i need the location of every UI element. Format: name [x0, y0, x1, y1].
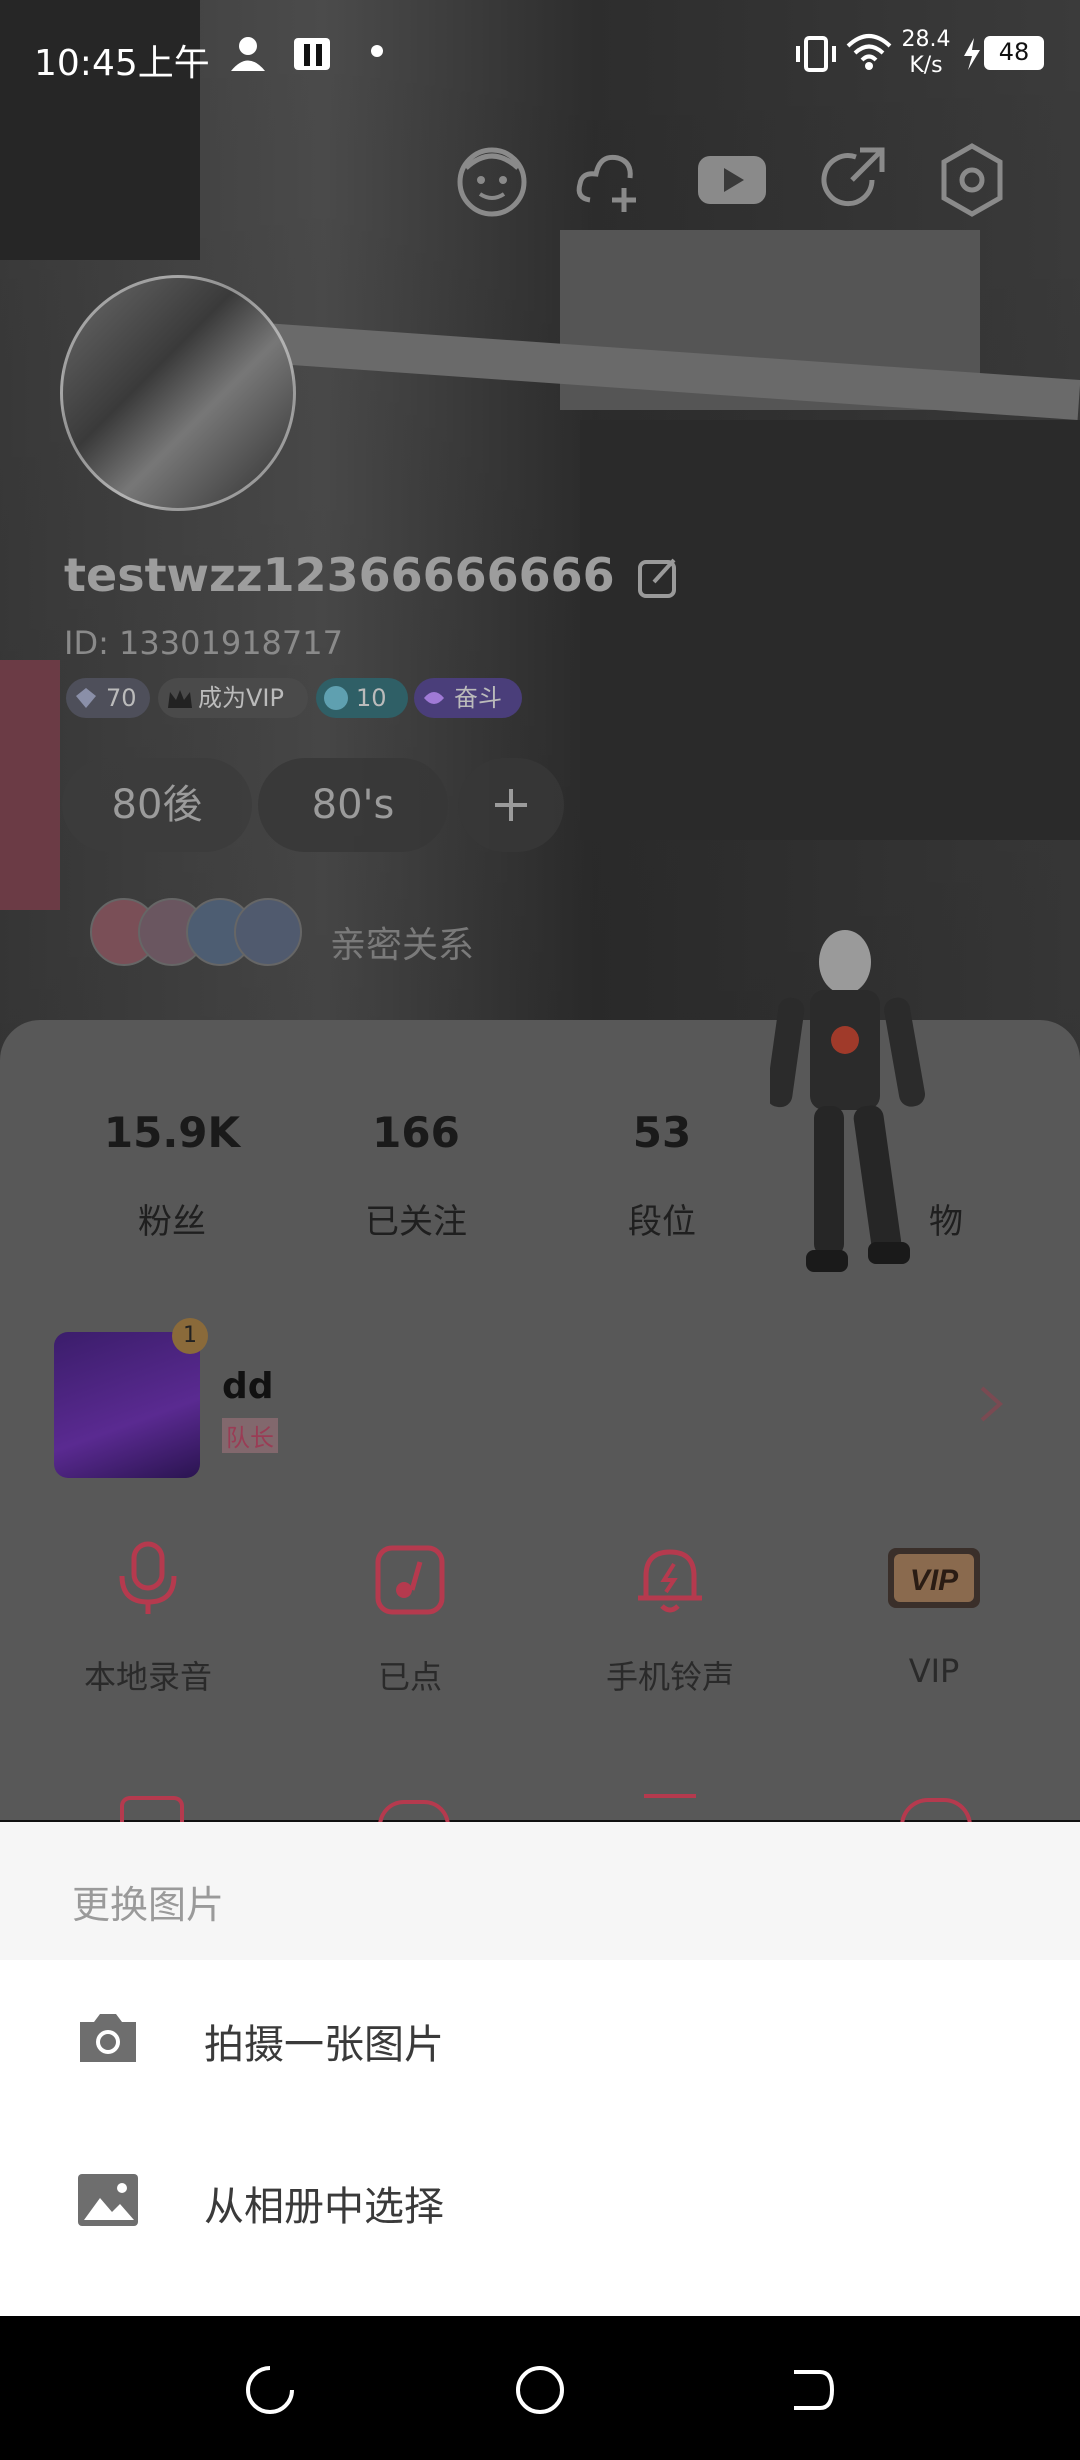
music-note-icon[interactable] [372, 1540, 448, 1616]
intimacy-avatar[interactable] [234, 898, 302, 966]
chevron-right-icon[interactable] [976, 1384, 1006, 1424]
user-id: ID: 13301918717 [64, 624, 343, 662]
vip-icon[interactable]: VIP [886, 1540, 982, 1616]
wing-icon [424, 692, 444, 704]
username: testwzz12366666666 [64, 548, 615, 602]
rank-count[interactable]: 53 [562, 1108, 762, 1157]
back-icon[interactable] [784, 2364, 836, 2416]
tag-chip[interactable]: 80後 [62, 758, 252, 852]
following-label[interactable]: 已关注 [316, 1194, 516, 1243]
tag-chip[interactable]: 80's [258, 758, 448, 852]
camera-icon [80, 2014, 136, 2062]
wifi-icon [846, 34, 892, 70]
rank-badge-label: 10 [356, 684, 387, 712]
level-badge[interactable]: 70 [66, 678, 150, 718]
avatar-face-icon[interactable] [452, 140, 532, 220]
microphone-icon[interactable] [110, 1540, 186, 1616]
settings-gear-icon[interactable] [932, 140, 1012, 220]
net-speed-value: 28.4 [901, 27, 951, 52]
followers-label[interactable]: 粉丝 [72, 1194, 272, 1243]
home-icon[interactable] [514, 2364, 566, 2416]
app-notification-icon [294, 38, 330, 70]
battery-icon: 48 [984, 36, 1044, 70]
rank-label[interactable]: 段位 [562, 1194, 762, 1243]
charging-icon [964, 38, 980, 70]
ordered-songs-label[interactable]: 已点 [310, 1652, 510, 1698]
struggle-badge[interactable]: 奋斗 [414, 678, 522, 718]
take-photo-option[interactable]: 拍摄一张图片 [0, 1960, 1080, 2120]
rank-badge[interactable]: 10 [316, 678, 408, 718]
medal-icon [324, 686, 348, 710]
share-icon[interactable] [812, 140, 892, 220]
intimacy-label[interactable]: 亲密关系 [330, 916, 474, 968]
room-name[interactable]: dd [222, 1366, 274, 1407]
room-role-tag: 队长 [222, 1418, 278, 1453]
status-bar: 10:45上午 28.4 K/s 48 [0, 0, 1080, 110]
person-icon [231, 37, 265, 71]
vip-label[interactable]: VIP [834, 1652, 1034, 1690]
following-count[interactable]: 166 [316, 1108, 516, 1157]
add-cloud-friend-icon[interactable] [572, 140, 652, 220]
avatar-character[interactable] [770, 920, 940, 1340]
vip-badge-label: 成为VIP [198, 684, 284, 712]
recents-icon[interactable] [244, 2364, 296, 2416]
net-speed-unit: K/s [909, 53, 943, 78]
vip-badge[interactable]: 成为VIP [158, 678, 308, 718]
crown-icon [168, 690, 192, 708]
sheet-title: 更换图片 [72, 1883, 225, 1927]
room-thumbnail[interactable] [54, 1332, 200, 1478]
edit-icon[interactable] [636, 556, 680, 600]
gallery-icon [78, 2174, 138, 2226]
local-recording-label[interactable]: 本地录音 [48, 1652, 248, 1698]
svg-text:VIP: VIP [910, 1564, 959, 1597]
vibrate-icon [796, 36, 836, 72]
add-tag-button[interactable] [458, 758, 564, 852]
choose-from-album-label: 从相册中选择 [204, 2184, 444, 2230]
level-badge-label: 70 [106, 684, 137, 712]
dot-icon [371, 45, 383, 57]
struggle-badge-label: 奋斗 [454, 684, 502, 712]
choose-from-album-option[interactable]: 从相册中选择 [0, 2120, 1080, 2280]
ringtone-label[interactable]: 手机铃声 [570, 1652, 770, 1698]
battery-level: 48 [998, 38, 1030, 66]
status-time: 10:45上午 [34, 43, 210, 84]
take-photo-label: 拍摄一张图片 [204, 2022, 444, 2068]
room-rank-badge: 1 [172, 1318, 208, 1354]
bell-icon[interactable] [632, 1540, 708, 1616]
diamond-icon [76, 688, 96, 708]
avatar[interactable] [60, 275, 296, 511]
video-play-icon[interactable] [692, 140, 772, 220]
plus-icon [495, 789, 527, 821]
followers-count[interactable]: 15.9K [72, 1108, 272, 1157]
